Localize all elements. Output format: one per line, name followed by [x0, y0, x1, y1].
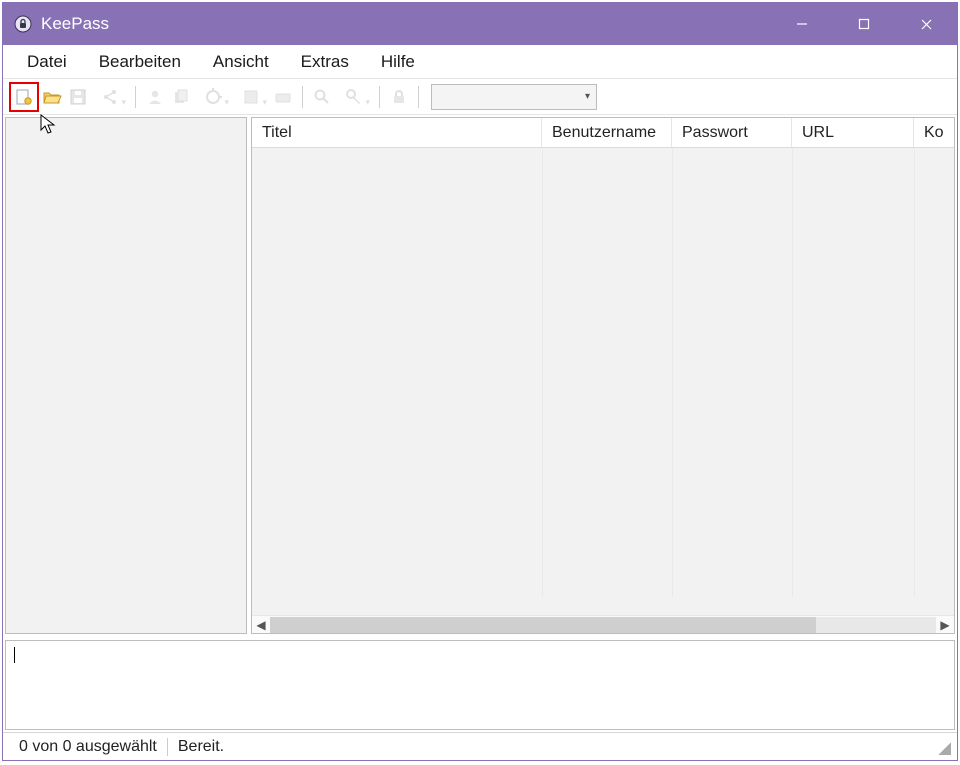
column-url[interactable]: URL	[792, 118, 914, 147]
autotype-icon	[274, 88, 292, 106]
statusbar: 0 von 0 ausgewählt Bereit.	[3, 732, 957, 760]
titlebar[interactable]: KeePass	[3, 3, 957, 45]
window-controls	[771, 3, 957, 45]
save-button[interactable]	[65, 83, 91, 111]
main-area: Titel Benutzername Passwort URL Ko ◀ ▶	[3, 115, 957, 732]
save-icon	[69, 88, 87, 106]
find-icon	[313, 88, 331, 106]
entry-list-pane[interactable]: Titel Benutzername Passwort URL Ko ◀ ▶	[251, 117, 955, 634]
autotype-button[interactable]	[270, 83, 296, 111]
horizontal-scrollbar[interactable]: ◀ ▶	[252, 615, 954, 633]
resize-grip-icon[interactable]	[935, 739, 951, 755]
group-tree-pane[interactable]	[5, 117, 247, 634]
column-comment[interactable]: Ko	[914, 118, 954, 147]
toolbar	[3, 79, 957, 115]
new-database-button[interactable]	[9, 82, 39, 112]
add-entry-icon	[146, 88, 164, 106]
open-database-icon	[42, 88, 62, 106]
app-window: KeePass Datei Bearbeiten Ansicht Extras …	[2, 2, 958, 761]
close-button[interactable]	[895, 3, 957, 45]
maximize-button[interactable]	[833, 3, 895, 45]
open-database-button[interactable]	[39, 83, 65, 111]
menu-bearbeiten[interactable]: Bearbeiten	[83, 48, 197, 76]
show-entries-button[interactable]	[335, 83, 373, 111]
lock-workspace-icon	[390, 88, 408, 106]
show-entries-icon	[345, 88, 363, 106]
copy-password-button[interactable]	[194, 83, 232, 111]
column-title[interactable]: Titel	[252, 118, 542, 147]
minimize-button[interactable]	[771, 3, 833, 45]
entry-list-header: Titel Benutzername Passwort URL Ko	[252, 118, 954, 148]
status-selection: 0 von 0 ausgewählt	[9, 738, 167, 756]
scroll-right-icon[interactable]: ▶	[936, 618, 954, 632]
entry-detail-pane[interactable]	[5, 640, 955, 730]
add-entry-button[interactable]	[142, 83, 168, 111]
menu-hilfe[interactable]: Hilfe	[365, 48, 431, 76]
find-button[interactable]	[309, 83, 335, 111]
menu-extras[interactable]: Extras	[285, 48, 365, 76]
entry-list-body[interactable]	[252, 148, 954, 615]
status-state: Bereit.	[168, 738, 234, 756]
open-url-icon	[242, 88, 260, 106]
column-user[interactable]: Benutzername	[542, 118, 672, 147]
quicksearch-combo[interactable]	[431, 84, 597, 110]
copy-user-button[interactable]	[168, 83, 194, 111]
window-title: KeePass	[41, 14, 109, 34]
copy-password-icon	[204, 88, 222, 106]
save-all-button[interactable]	[91, 83, 129, 111]
menu-ansicht[interactable]: Ansicht	[197, 48, 285, 76]
share-icon	[101, 88, 119, 106]
copy-user-icon	[172, 88, 190, 106]
new-database-icon	[15, 88, 33, 106]
scroll-left-icon[interactable]: ◀	[252, 618, 270, 632]
open-url-button[interactable]	[232, 83, 270, 111]
text-cursor	[14, 647, 15, 663]
column-password[interactable]: Passwort	[672, 118, 792, 147]
menu-datei[interactable]: Datei	[11, 48, 83, 76]
lock-workspace-button[interactable]	[386, 83, 412, 111]
scroll-thumb[interactable]	[270, 617, 816, 633]
app-icon	[13, 14, 33, 34]
menubar: Datei Bearbeiten Ansicht Extras Hilfe	[3, 45, 957, 79]
